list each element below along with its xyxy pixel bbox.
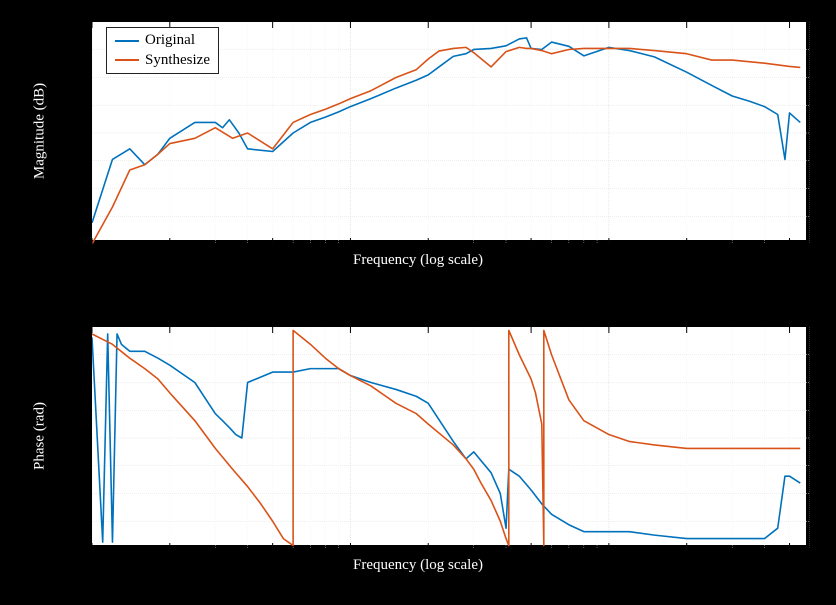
chart-phase: Phase (rad) Frequency (log scale) [0, 310, 836, 600]
xlabel-top: Frequency (log scale) [353, 252, 483, 269]
legend-row-synthesize: Synthesize [115, 51, 210, 71]
chart-magnitude: Original Synthesize Magnitude (dB) Frequ… [0, 0, 836, 290]
plot-area-bottom [90, 325, 808, 547]
xlabel-bottom: Frequency (log scale) [353, 557, 483, 574]
legend-swatch-original [115, 40, 139, 42]
legend-label-synthesize: Synthesize [145, 51, 210, 71]
ylabel-top: Magnitude (dB) [32, 83, 49, 179]
plot-area-top: Original Synthesize [90, 20, 808, 242]
legend-swatch-synthesize [115, 59, 139, 61]
ylabel-bottom: Phase (rad) [32, 402, 49, 470]
legend-row-original: Original [115, 31, 210, 51]
plot-svg-bottom [92, 327, 810, 549]
legend-label-original: Original [145, 31, 195, 51]
legend-box: Original Synthesize [106, 27, 219, 74]
